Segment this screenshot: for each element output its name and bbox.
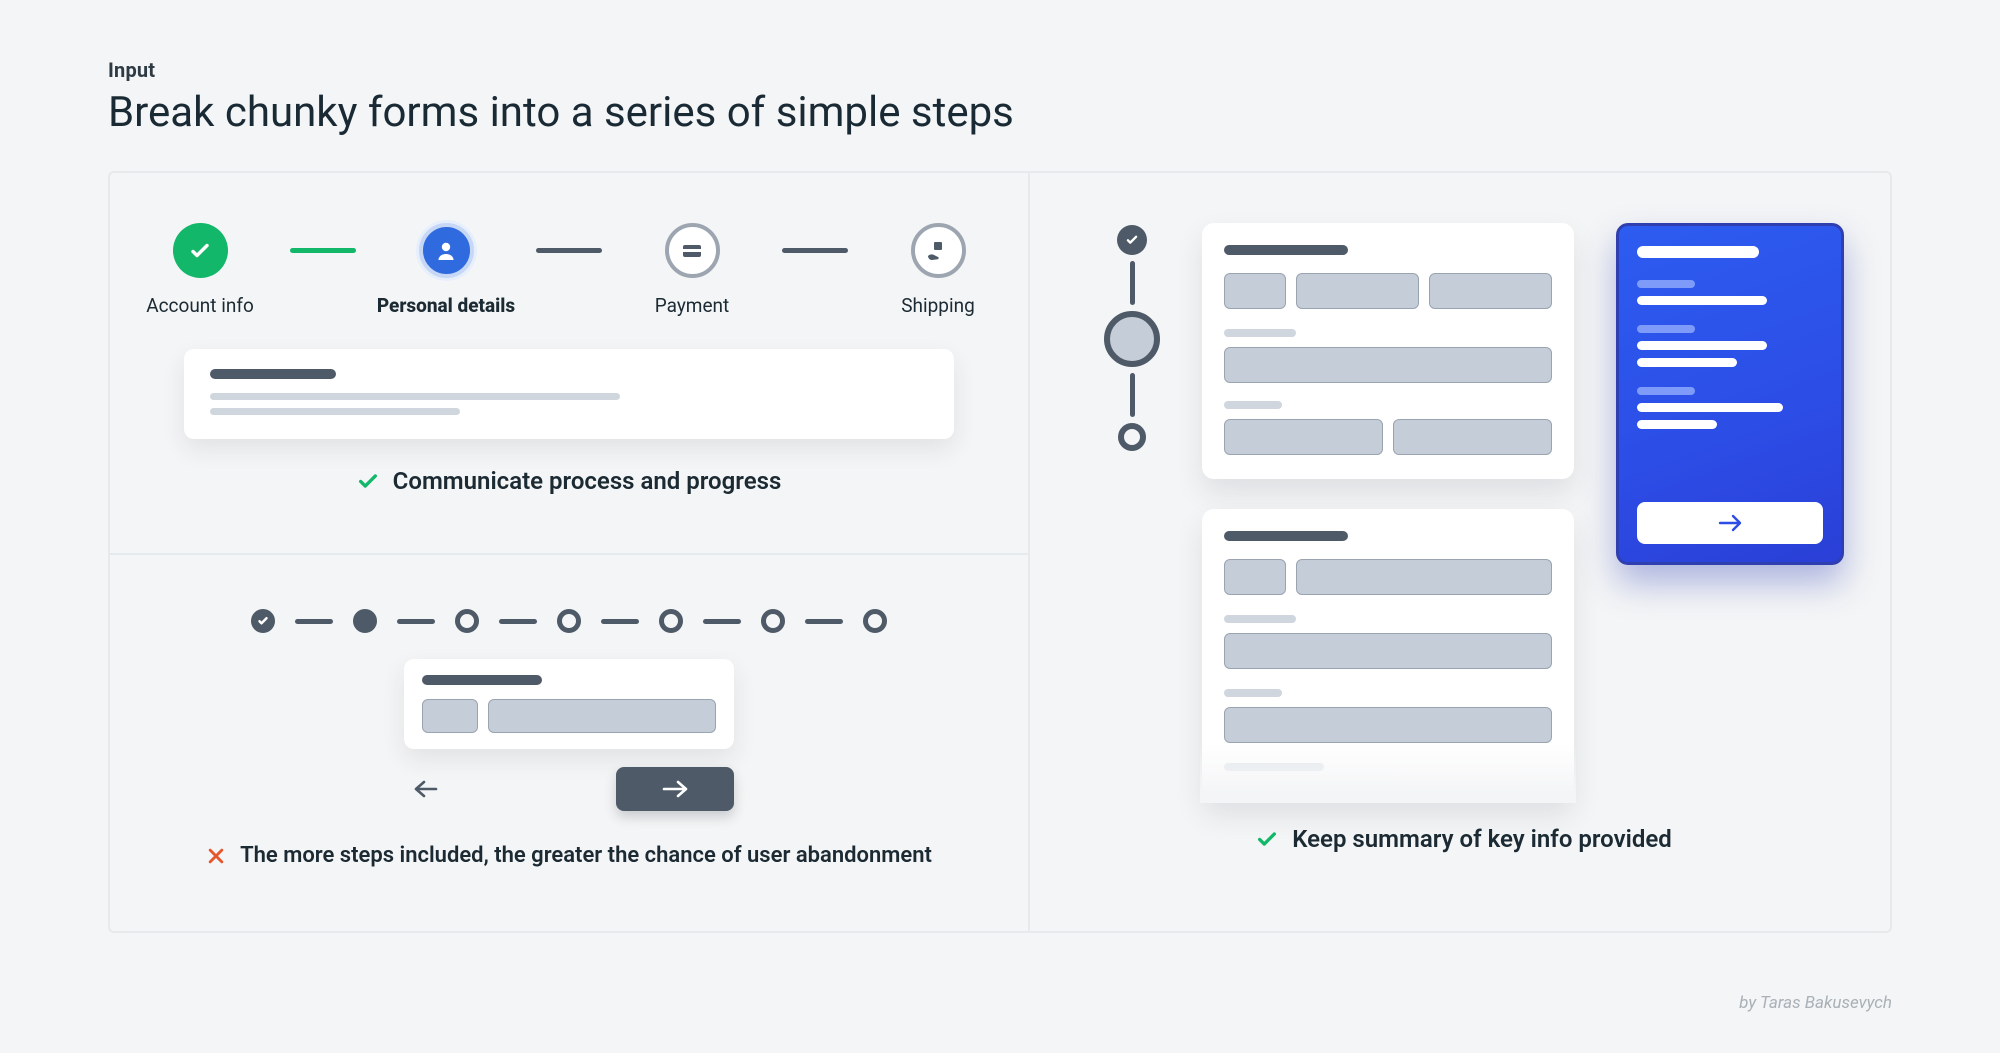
step-dot-pending	[761, 609, 785, 633]
stepper-step-label: Shipping	[901, 294, 975, 317]
stepper-connector	[782, 248, 848, 253]
stepper-step-label: Account info	[146, 294, 254, 317]
stepper-connector	[290, 248, 356, 253]
step-dot-pending	[557, 609, 581, 633]
panel-caption: Communicate process and progress	[110, 467, 1028, 495]
panel-caption: Keep summary of key info provided	[1030, 825, 1892, 853]
byline: by Taras Bakusevych	[1739, 993, 1892, 1013]
hand-box-icon	[911, 223, 966, 278]
next-button[interactable]	[616, 767, 734, 811]
cross-icon	[206, 846, 226, 866]
summary-continue-button[interactable]	[1637, 502, 1823, 544]
stepper-connector	[295, 619, 333, 624]
form-card-stack	[1202, 223, 1574, 801]
page-title: Break chunky forms into a series of simp…	[108, 88, 1892, 137]
stepper-step-payment: Payment	[602, 223, 782, 317]
step-dot-current	[1104, 311, 1160, 367]
stepper-step-account-info: Account info	[110, 223, 290, 317]
stepper-connector	[703, 619, 741, 624]
form-card	[1202, 509, 1574, 801]
step-dot-current	[353, 609, 377, 633]
stepper-many-dots	[110, 609, 1028, 633]
form-card-small	[404, 659, 734, 749]
stepper-connector	[499, 619, 537, 624]
examples-grid: Account info Personal details	[108, 171, 1892, 933]
stepper-connector	[1130, 261, 1135, 305]
stepper-connector	[601, 619, 639, 624]
example-panel-summary: Keep summary of key info provided	[1030, 173, 1892, 933]
check-icon	[1256, 828, 1278, 850]
card-icon	[665, 223, 720, 278]
step-dot-done	[1117, 225, 1147, 255]
check-icon	[173, 223, 228, 278]
step-dot-pending	[659, 609, 683, 633]
panel-caption-text: Keep summary of key info provided	[1292, 825, 1672, 853]
stepper-step-label: Personal details	[377, 294, 515, 317]
stepper-step-personal-details: Personal details	[356, 223, 536, 317]
check-icon	[357, 470, 379, 492]
example-panel-too-many-steps: The more steps included, the greater the…	[110, 555, 1028, 933]
panel-caption: The more steps included, the greater the…	[110, 839, 1028, 873]
step-dot-pending	[455, 609, 479, 633]
example-panel-progress: Account info Personal details	[110, 173, 1028, 555]
stepper-connector	[805, 619, 843, 624]
panel-caption-text: The more steps included, the greater the…	[240, 839, 932, 873]
stepper-step-label: Payment	[655, 294, 730, 317]
form-nav	[404, 767, 734, 811]
stepper-named: Account info Personal details	[110, 223, 1028, 317]
summary-card	[1616, 223, 1844, 565]
back-button[interactable]	[404, 775, 448, 803]
step-dot-done	[251, 609, 275, 633]
form-card	[1202, 223, 1574, 479]
stepper-vertical	[1104, 225, 1160, 451]
stepper-connector	[1130, 373, 1135, 417]
form-card-placeholder	[184, 349, 954, 439]
stepper-step-shipping: Shipping	[848, 223, 1028, 317]
person-icon	[419, 223, 474, 278]
eyebrow-label: Input	[108, 58, 1892, 82]
step-dot-pending	[863, 609, 887, 633]
stepper-connector	[397, 619, 435, 624]
panel-caption-text: Communicate process and progress	[393, 467, 782, 495]
step-dot-pending	[1118, 423, 1146, 451]
stepper-connector	[536, 248, 602, 253]
